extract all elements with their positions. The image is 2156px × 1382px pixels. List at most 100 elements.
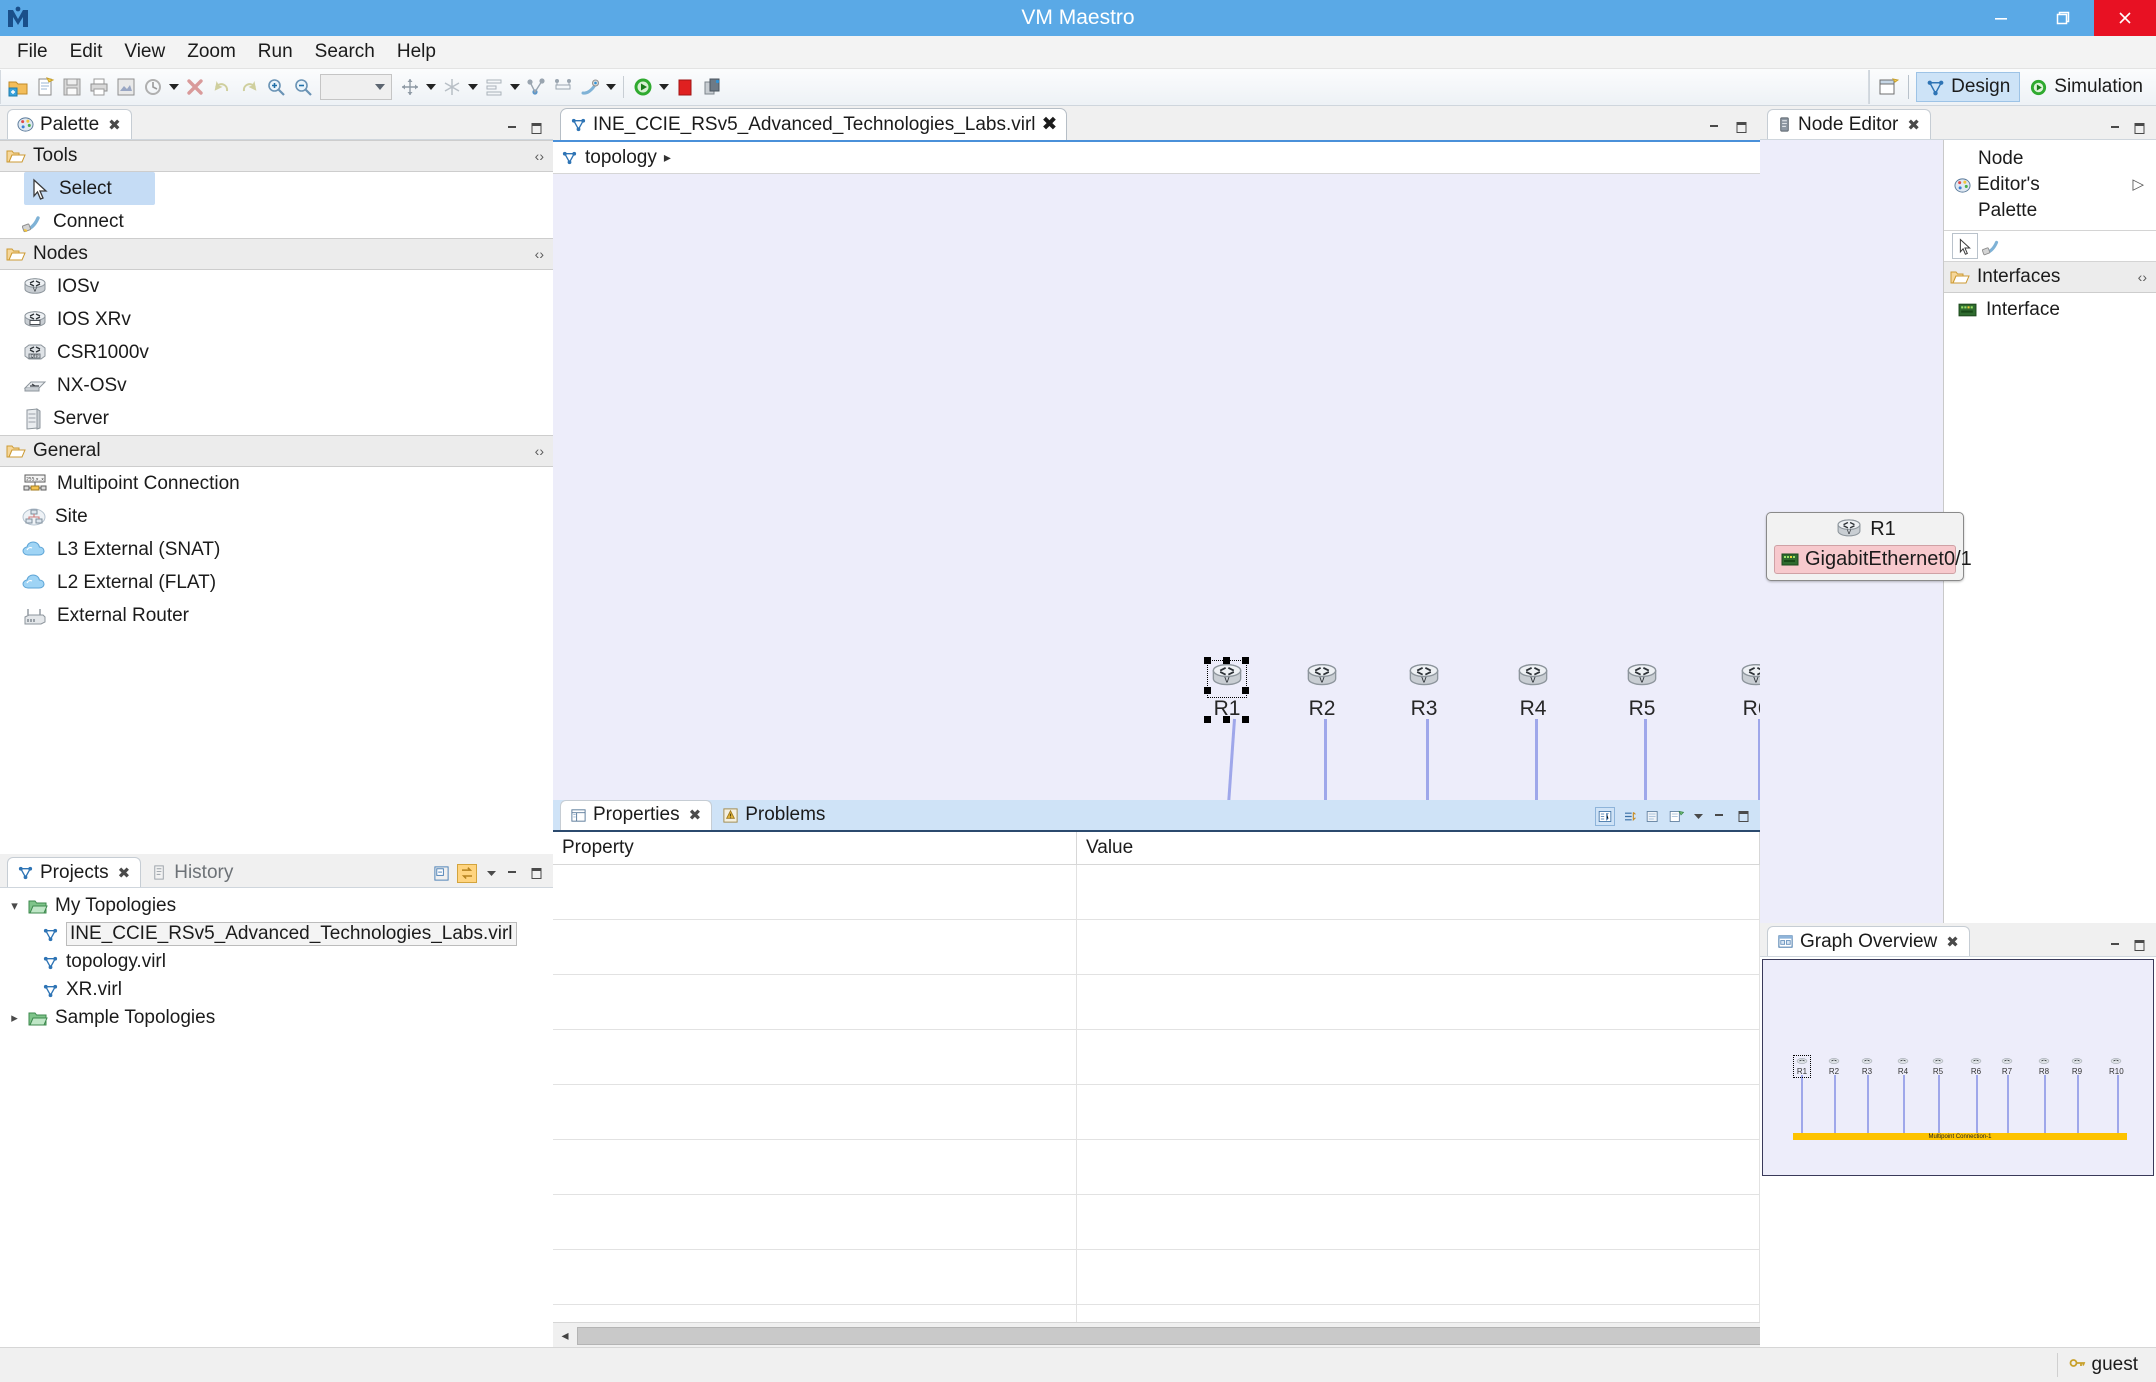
topology-node-r4[interactable]: v R4	[1514, 661, 1552, 719]
close-icon[interactable]: ✖	[1907, 116, 1920, 134]
selection-handle[interactable]	[1242, 716, 1249, 723]
zoom-level-combo[interactable]	[320, 74, 392, 100]
selection-handle[interactable]	[1204, 716, 1211, 723]
table-row[interactable]	[553, 974, 1760, 1030]
menu-help[interactable]: Help	[386, 38, 447, 66]
link-r3[interactable]	[1426, 719, 1429, 800]
palette-item-site[interactable]: Site	[0, 500, 553, 533]
topology-node-r5[interactable]: v R5	[1623, 661, 1661, 719]
link-with-editor-icon[interactable]	[457, 864, 477, 883]
advanced-properties-icon[interactable]	[1622, 809, 1638, 824]
minimize-icon[interactable]	[2109, 939, 2125, 952]
redo-icon[interactable]	[236, 75, 261, 100]
run-icon[interactable]	[630, 75, 655, 100]
tab-palette[interactable]: Palette ✖	[7, 109, 132, 139]
menu-run[interactable]: Run	[247, 38, 304, 66]
maximize-icon[interactable]	[1734, 121, 1750, 134]
close-button[interactable]	[2094, 0, 2156, 36]
palette-item-select[interactable]: Select	[24, 172, 155, 205]
minimize-icon[interactable]	[506, 867, 522, 880]
topology-node-r6[interactable]: v R6	[1737, 661, 1760, 719]
minimize-icon[interactable]	[2109, 122, 2125, 135]
link-r2[interactable]	[1324, 719, 1327, 800]
graph-overview-thumbnail[interactable]: Multipoint Connection-1 R1 R2 R3 R4 R5 R…	[1762, 959, 2154, 1176]
breadcrumb-arrow-icon[interactable]: ▸	[664, 149, 671, 166]
table-row[interactable]	[553, 1194, 1760, 1250]
table-row[interactable]	[553, 1304, 1760, 1322]
topology-node-r2[interactable]: v R2	[1303, 661, 1341, 719]
menu-file[interactable]: File	[6, 38, 59, 66]
open-perspective-icon[interactable]	[1875, 75, 1900, 100]
snowflake-layout-icon[interactable]	[439, 75, 464, 100]
collapse-icon[interactable]: ‹›	[2138, 269, 2147, 285]
collapse-icon[interactable]: ‹›	[535, 148, 544, 164]
palette-item-l3-external-snat[interactable]: L3 External (SNAT)	[0, 533, 553, 566]
minimize-icon[interactable]	[506, 122, 522, 135]
palette-item-multipoint-connection[interactable]: 255.x..x Multipoint Connection	[0, 467, 553, 500]
export-image-icon[interactable]	[113, 75, 138, 100]
zoom-in-icon[interactable]	[263, 75, 288, 100]
maximize-button[interactable]	[2032, 0, 2094, 36]
build-topology-icon[interactable]	[523, 75, 548, 100]
selection-handle[interactable]	[1223, 657, 1230, 664]
palette-item-nx-osv[interactable]: NX-OSv	[0, 369, 553, 402]
tree-item-ine-topology[interactable]: INE_CCIE_RSv5_Advanced_Technologies_Labs…	[0, 920, 553, 948]
print-icon[interactable]	[86, 75, 111, 100]
view-menu-icon[interactable]	[484, 867, 499, 880]
collapse-icon[interactable]: ‹›	[535, 443, 544, 459]
graph-overview-surface[interactable]: Multipoint Connection-1 R1 R2 R3 R4 R5 R…	[1760, 957, 2156, 1347]
selection-handle[interactable]	[1204, 657, 1211, 664]
maximize-icon[interactable]	[1736, 810, 1752, 823]
tree-item-my-topologies[interactable]: ▾ My Topologies	[0, 892, 553, 920]
node-editor-node-r1[interactable]: v R1 GigabitEthernet0/1	[1766, 512, 1972, 581]
menu-view[interactable]: View	[113, 38, 176, 66]
link-r5[interactable]	[1644, 719, 1647, 800]
align-icon[interactable]	[481, 75, 506, 100]
maximize-icon[interactable]	[529, 867, 545, 880]
tab-graph-overview[interactable]: Graph Overview ✖	[1767, 926, 1970, 956]
scroll-left-icon[interactable]: ◂	[553, 1323, 577, 1347]
stop-icon[interactable]	[672, 75, 697, 100]
palette-item-server[interactable]: Server	[0, 402, 553, 435]
link-r4[interactable]	[1535, 719, 1538, 800]
maximize-icon[interactable]	[2132, 939, 2148, 952]
tree-item-sample-topologies[interactable]: ▸ Sample Topologies	[0, 1004, 553, 1032]
cursor-arrow-icon[interactable]	[1952, 233, 1978, 259]
minimize-icon[interactable]	[1713, 810, 1729, 823]
node-editor-item-interface[interactable]: Interface	[1944, 293, 2156, 326]
palette-pin-arrow-icon[interactable]: ▷	[2132, 172, 2156, 198]
tab-node-editor[interactable]: Node Editor ✖	[1767, 109, 1931, 139]
connect-icon[interactable]	[577, 75, 602, 100]
palette-section-tools[interactable]: Tools ‹›	[0, 140, 553, 172]
close-icon[interactable]: ✖	[108, 116, 121, 134]
dropdown-arrow-icon[interactable]	[166, 76, 181, 98]
delete-icon[interactable]	[182, 75, 207, 100]
topology-node-r3[interactable]: v R3	[1405, 661, 1443, 719]
topology-canvas[interactable]: Multipoint Connection-1 v R1	[553, 174, 1760, 800]
scrollbar-thumb[interactable]	[577, 1327, 1760, 1345]
palette-section-nodes[interactable]: Nodes ‹›	[0, 238, 553, 270]
palette-item-connect[interactable]: Connect	[0, 205, 553, 238]
restore-defaults-icon[interactable]	[1645, 809, 1661, 824]
minimize-button[interactable]	[1970, 0, 2032, 36]
dropdown-arrow-icon[interactable]	[603, 76, 618, 98]
close-icon[interactable]: ✖	[1946, 933, 1959, 951]
palette-item-l2-external-flat[interactable]: L2 External (FLAT)	[0, 566, 553, 599]
tab-projects[interactable]: Projects ✖	[7, 857, 142, 887]
table-row[interactable]	[553, 1139, 1760, 1195]
scrollbar-track[interactable]	[577, 1326, 1760, 1345]
zoom-out-icon[interactable]	[290, 75, 315, 100]
tab-properties[interactable]: Properties ✖	[560, 799, 713, 830]
palette-item-external-router[interactable]: External Router	[0, 599, 553, 632]
collapse-icon[interactable]: ‹›	[535, 246, 544, 262]
tab-problems[interactable]: Problems	[712, 800, 836, 830]
table-row[interactable]	[553, 1084, 1760, 1140]
selection-handle[interactable]	[1204, 687, 1211, 694]
extract-config-icon[interactable]	[699, 75, 724, 100]
table-row[interactable]	[553, 919, 1760, 975]
new-file-icon[interactable]	[32, 75, 57, 100]
table-row[interactable]	[553, 864, 1760, 920]
chevron-down-icon[interactable]	[369, 76, 391, 98]
undo-icon[interactable]	[209, 75, 234, 100]
perspective-simulation-button[interactable]: Simulation	[2020, 73, 2152, 101]
